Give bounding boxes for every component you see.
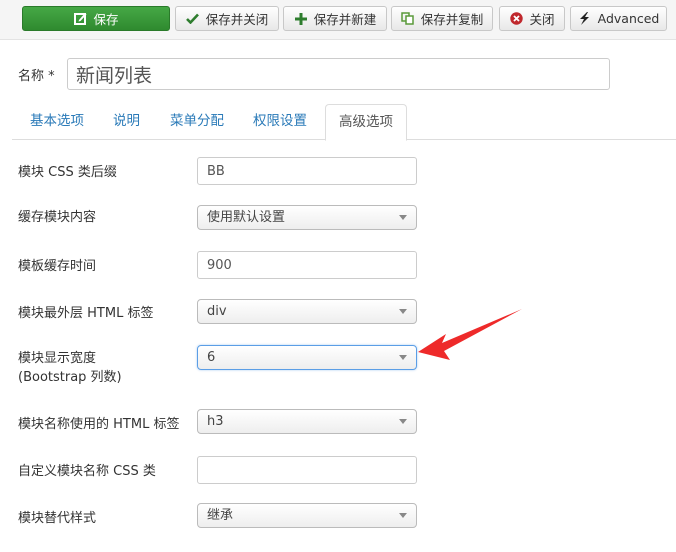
save-button[interactable]: 保存 bbox=[22, 6, 170, 31]
advanced-button[interactable]: Advanced bbox=[570, 6, 667, 31]
tab-bar: 基本选项 说明 菜单分配 权限设置 高级选项 bbox=[12, 104, 676, 141]
check-icon bbox=[186, 12, 200, 26]
toolbar: 保存 保存并关闭 保存并新建 保存并复制 关闭 Advanced bbox=[0, 0, 676, 40]
save-and-new-button[interactable]: 保存并新建 bbox=[283, 6, 387, 31]
save-as-copy-label: 保存并复制 bbox=[420, 12, 484, 27]
header-class-input[interactable] bbox=[197, 456, 417, 484]
chevron-down-icon bbox=[399, 215, 407, 220]
close-circle-icon bbox=[509, 12, 523, 26]
caching-label: 缓存模块内容 bbox=[18, 210, 97, 225]
module-style-select[interactable]: 继承 bbox=[197, 503, 417, 528]
bootstrap-size-select[interactable]: 6 bbox=[197, 345, 417, 370]
title-label: 名称 * bbox=[18, 69, 55, 84]
chevron-down-icon bbox=[399, 419, 407, 424]
tab-basic-options[interactable]: 基本选项 bbox=[17, 104, 97, 140]
module-style-select-value: 继承 bbox=[207, 508, 234, 523]
bolt-icon bbox=[578, 12, 592, 26]
save-and-close-button[interactable]: 保存并关闭 bbox=[175, 6, 279, 31]
module-style-label: 模块替代样式 bbox=[18, 511, 97, 526]
annotation-arrow-shape bbox=[418, 309, 522, 360]
module-tag-label: 模块最外层 HTML 标签 bbox=[18, 306, 154, 321]
edit-icon bbox=[73, 12, 87, 26]
caching-select[interactable]: 使用默认设置 bbox=[197, 205, 417, 230]
module-class-suffix-label: 模块 CSS 类后缀 bbox=[18, 165, 117, 180]
close-button[interactable]: 关闭 bbox=[499, 6, 565, 31]
chevron-down-icon bbox=[399, 309, 407, 314]
chevron-down-icon bbox=[399, 513, 407, 518]
save-and-new-label: 保存并新建 bbox=[313, 12, 377, 27]
plus-icon bbox=[294, 12, 308, 26]
tab-advanced[interactable]: 高级选项 bbox=[325, 104, 407, 141]
cache-time-label: 模板缓存时间 bbox=[18, 259, 97, 274]
header-tag-select-value: h3 bbox=[207, 414, 224, 429]
save-as-copy-button[interactable]: 保存并复制 bbox=[391, 6, 493, 31]
save-and-close-label: 保存并关闭 bbox=[205, 12, 269, 27]
header-tag-label: 模块名称使用的 HTML 标签 bbox=[18, 417, 180, 432]
module-class-suffix-input[interactable] bbox=[197, 157, 417, 185]
copy-icon bbox=[401, 12, 415, 26]
bootstrap-size-select-value: 6 bbox=[207, 350, 216, 365]
header-class-label: 自定义模块名称 CSS 类 bbox=[18, 464, 156, 479]
chevron-down-icon bbox=[399, 355, 407, 360]
bootstrap-size-sublabel: (Bootstrap 列数) bbox=[18, 370, 122, 385]
module-tag-select[interactable]: div bbox=[197, 299, 417, 324]
title-input[interactable] bbox=[67, 58, 610, 90]
caching-select-value: 使用默认设置 bbox=[207, 210, 286, 225]
save-button-label: 保存 bbox=[93, 12, 119, 27]
close-button-label: 关闭 bbox=[529, 12, 555, 27]
tab-description[interactable]: 说明 bbox=[100, 104, 153, 140]
tab-permissions[interactable]: 权限设置 bbox=[240, 104, 320, 140]
cache-time-input[interactable] bbox=[197, 251, 417, 279]
advanced-button-label: Advanced bbox=[597, 11, 660, 26]
bootstrap-size-label: 模块显示宽度 bbox=[18, 351, 97, 366]
module-tag-select-value: div bbox=[207, 304, 227, 319]
header-tag-select[interactable]: h3 bbox=[197, 409, 417, 434]
title-row: 名称 * bbox=[0, 56, 676, 92]
tab-menu-assignment[interactable]: 菜单分配 bbox=[157, 104, 237, 140]
